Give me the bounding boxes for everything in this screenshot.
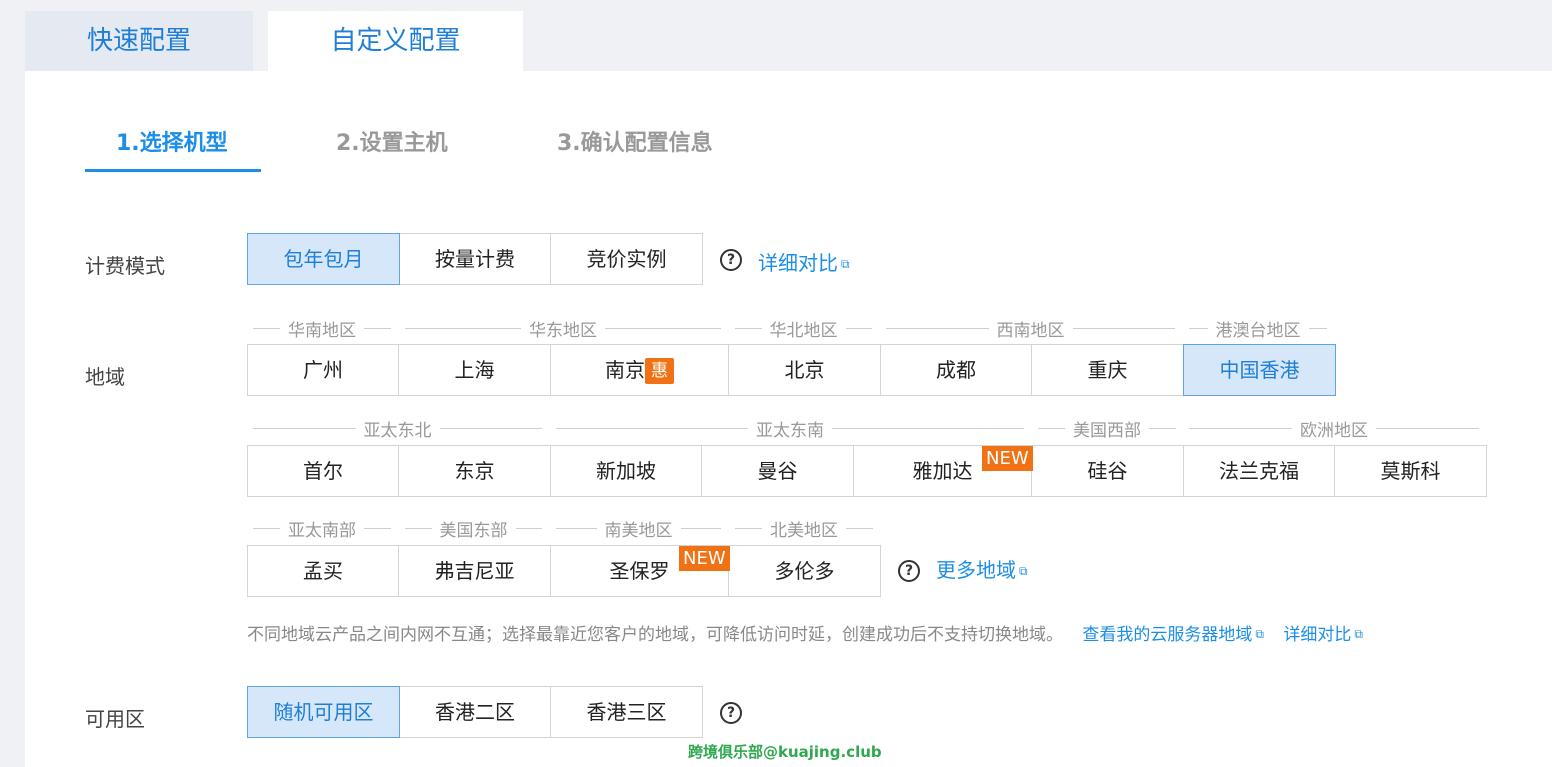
region-help-icon[interactable]: ? bbox=[898, 560, 920, 582]
region-group-asia-pacific-northeast: 亚太东北 bbox=[253, 418, 542, 441]
step-set-host[interactable]: 2.设置主机 bbox=[336, 126, 448, 162]
region-group-hk-macau-taiwan: 港澳台地区 bbox=[1189, 318, 1327, 341]
zone-random[interactable]: 随机可用区 bbox=[247, 686, 400, 738]
billing-option-spot[interactable]: 竞价实例 bbox=[550, 233, 703, 285]
region-beijing[interactable]: 北京 bbox=[728, 344, 881, 396]
region-shanghai[interactable]: 上海 bbox=[398, 344, 551, 396]
external-link-icon: ⧉ bbox=[1019, 564, 1028, 578]
region-group-europe: 欧洲地区 bbox=[1189, 418, 1479, 441]
discount-badge: 惠 bbox=[645, 358, 674, 384]
region-group-asia-pacific-south: 亚太南部 bbox=[253, 518, 391, 541]
region-group-east-china: 华东地区 bbox=[405, 318, 721, 341]
my-regions-link[interactable]: 查看我的云服务器地域 ⧉ bbox=[1082, 625, 1264, 645]
region-guangzhou[interactable]: 广州 bbox=[247, 344, 399, 396]
region-label: 地域 bbox=[85, 365, 125, 389]
region-toronto[interactable]: 多伦多 bbox=[728, 545, 881, 597]
zone-help-icon[interactable]: ? bbox=[720, 702, 742, 724]
zone-hk-2[interactable]: 香港二区 bbox=[399, 686, 551, 738]
region-group-asia-pacific-southeast: 亚太东南 bbox=[556, 418, 1024, 441]
region-nanjing[interactable]: 南京惠 bbox=[550, 344, 729, 396]
region-tokyo[interactable]: 东京 bbox=[398, 445, 551, 497]
new-badge-jakarta: NEW bbox=[982, 446, 1033, 471]
billing-option-pay-as-you-go[interactable]: 按量计费 bbox=[399, 233, 551, 285]
region-seoul[interactable]: 首尔 bbox=[247, 445, 399, 497]
tab-quick-config[interactable]: 快速配置 bbox=[25, 11, 253, 71]
region-note: 不同地域云产品之间内网不互通；选择最靠近您客户的地域，可降低访问时延，创建成功后… bbox=[247, 620, 1363, 645]
region-moscow[interactable]: 莫斯科 bbox=[1334, 445, 1487, 497]
region-note-text: 不同地域云产品之间内网不互通；选择最靠近您客户的地域，可降低访问时延，创建成功后… bbox=[247, 625, 1063, 645]
region-group-north-china: 华北地区 bbox=[735, 318, 872, 341]
billing-compare-link[interactable]: 详细对比 ⧉ bbox=[758, 247, 850, 276]
region-group-north-america: 北美地区 bbox=[735, 518, 873, 541]
new-badge-sao-paulo: NEW bbox=[679, 546, 730, 571]
billing-help-icon[interactable]: ? bbox=[720, 249, 742, 271]
my-regions-link-text: 查看我的云服务器地域 bbox=[1082, 625, 1253, 645]
region-virginia[interactable]: 弗吉尼亚 bbox=[398, 545, 551, 597]
region-group-us-east: 美国东部 bbox=[405, 518, 542, 541]
external-link-icon: ⧉ bbox=[841, 257, 850, 271]
left-gutter bbox=[0, 0, 25, 767]
region-bangkok[interactable]: 曼谷 bbox=[701, 445, 854, 497]
more-regions-link[interactable]: 更多地域 ⧉ bbox=[936, 554, 1028, 583]
region-group-us-west: 美国西部 bbox=[1038, 418, 1176, 441]
region-nanjing-label: 南京 bbox=[605, 358, 645, 382]
region-group-southwest: 西南地区 bbox=[886, 318, 1175, 341]
region-mumbai[interactable]: 孟买 bbox=[247, 545, 399, 597]
region-frankfurt[interactable]: 法兰克福 bbox=[1183, 445, 1335, 497]
region-hongkong[interactable]: 中国香港 bbox=[1183, 344, 1336, 396]
zone-label: 可用区 bbox=[85, 707, 145, 731]
step-confirm[interactable]: 3.确认配置信息 bbox=[557, 126, 713, 162]
step-select-instance[interactable]: 1.选择机型 bbox=[116, 126, 228, 162]
zone-hk-3[interactable]: 香港三区 bbox=[550, 686, 703, 738]
region-group-south-china: 华南地区 bbox=[253, 318, 391, 341]
region-singapore[interactable]: 新加坡 bbox=[550, 445, 702, 497]
active-step-indicator bbox=[85, 169, 261, 172]
region-chengdu[interactable]: 成都 bbox=[880, 344, 1032, 396]
region-compare-link[interactable]: 详细对比 ⧉ bbox=[1283, 625, 1363, 645]
billing-compare-link-text: 详细对比 bbox=[758, 251, 838, 275]
region-group-south-america: 南美地区 bbox=[556, 518, 721, 541]
billing-label: 计费模式 bbox=[85, 254, 165, 278]
external-link-icon: ⧉ bbox=[1354, 627, 1363, 641]
billing-option-monthly[interactable]: 包年包月 bbox=[247, 233, 400, 285]
more-regions-link-text: 更多地域 bbox=[936, 558, 1016, 582]
watermark: 跨境俱乐部@kuajing.club bbox=[688, 743, 882, 761]
external-link-icon: ⧉ bbox=[1255, 627, 1264, 641]
region-silicon-valley[interactable]: 硅谷 bbox=[1031, 445, 1184, 497]
region-chongqing[interactable]: 重庆 bbox=[1031, 344, 1184, 396]
tab-custom-config[interactable]: 自定义配置 bbox=[268, 11, 523, 71]
region-compare-link-text: 详细对比 bbox=[1283, 625, 1352, 645]
